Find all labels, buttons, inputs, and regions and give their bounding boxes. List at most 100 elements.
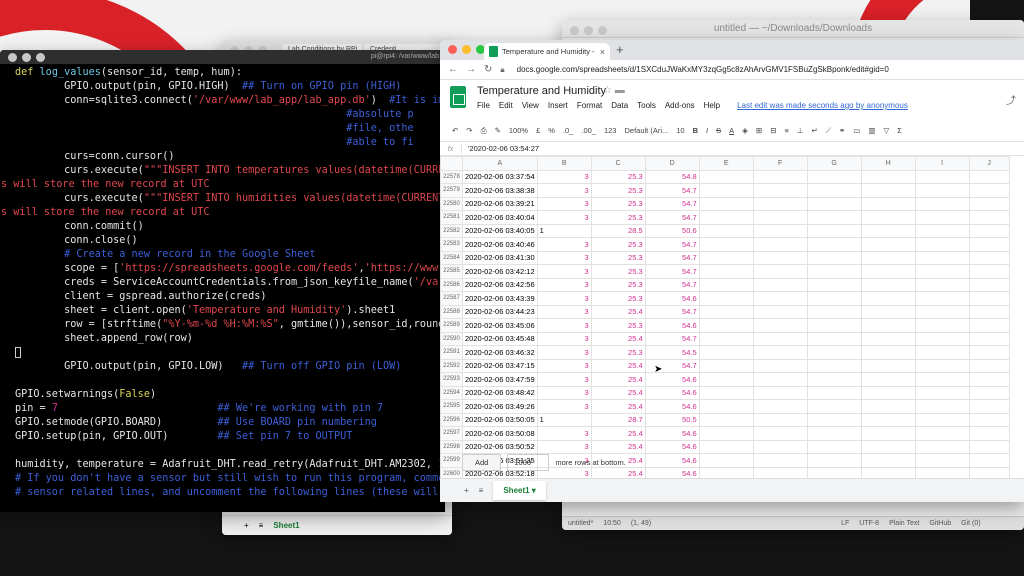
row-number[interactable]: 22585	[440, 264, 463, 279]
new-tab-icon[interactable]: +	[616, 42, 624, 57]
chart-icon[interactable]: ▥	[868, 126, 875, 135]
humidity-cell[interactable]: 54.8	[644, 169, 700, 184]
sensor-id-cell[interactable]: 3	[536, 250, 592, 265]
temperature-cell[interactable]: 25.4	[590, 331, 646, 346]
row-number[interactable]: 22583	[440, 237, 463, 252]
empty-cell[interactable]	[914, 210, 970, 225]
temperature-cell[interactable]: 25.3	[590, 250, 646, 265]
empty-cell[interactable]	[914, 304, 970, 319]
sensor-id-cell[interactable]: 3	[536, 426, 592, 441]
humidity-cell[interactable]: 54.7	[644, 196, 700, 211]
sensor-id-cell[interactable]: 3	[536, 358, 592, 373]
timestamp-cell[interactable]: 2020-02-06 03:49:26	[462, 399, 538, 414]
empty-cell[interactable]	[698, 210, 754, 225]
terminal-code[interactable]: def log_values(sensor_id, temp, hum): GP…	[0, 64, 445, 500]
empty-cell[interactable]	[968, 291, 1010, 306]
empty-cell[interactable]	[752, 291, 808, 306]
empty-cell[interactable]	[860, 399, 916, 414]
add-rows-input[interactable]: 1000	[507, 454, 550, 471]
empty-cell[interactable]	[698, 372, 754, 387]
sensor-id-cell[interactable]: 3	[536, 439, 592, 454]
bold-icon[interactable]: B	[693, 126, 698, 135]
empty-cell[interactable]	[698, 169, 754, 184]
menu-format[interactable]: Format	[577, 101, 602, 110]
empty-cell[interactable]	[860, 372, 916, 387]
sensor-id-cell[interactable]: 3	[536, 304, 592, 319]
humidity-cell[interactable]: 50.6	[644, 223, 700, 238]
empty-cell[interactable]	[968, 169, 1010, 184]
sensor-id-cell[interactable]: 1	[536, 412, 592, 427]
spreadsheet-grid[interactable]: ABCDEFGHIJ 22578 2020-02-06 03:37:54 3 25.3…	[440, 156, 1024, 502]
column-header-e[interactable]: E	[698, 156, 754, 171]
empty-cell[interactable]	[860, 196, 916, 211]
empty-cell[interactable]	[698, 358, 754, 373]
empty-cell[interactable]	[752, 169, 808, 184]
empty-cell[interactable]	[752, 453, 808, 468]
empty-cell[interactable]	[860, 277, 916, 292]
row-number[interactable]: 22589	[440, 318, 463, 333]
percent-format-button[interactable]: %	[548, 126, 555, 135]
row-number[interactable]: 22598	[440, 439, 463, 454]
empty-cell[interactable]	[860, 291, 916, 306]
reload-icon[interactable]: ↻	[484, 64, 492, 75]
empty-cell[interactable]	[914, 223, 970, 238]
formula-input[interactable]: '2020-02-06 03:54:27	[462, 144, 539, 153]
empty-cell[interactable]	[752, 304, 808, 319]
empty-cell[interactable]	[968, 210, 1010, 225]
timestamp-cell[interactable]: 2020-02-06 03:42:12	[462, 264, 538, 279]
empty-cell[interactable]	[860, 426, 916, 441]
empty-cell[interactable]	[752, 331, 808, 346]
empty-cell[interactable]	[806, 412, 862, 427]
sensor-id-cell[interactable]: 3	[536, 318, 592, 333]
row-number[interactable]: 22595	[440, 399, 463, 414]
strikethrough-icon[interactable]: S	[716, 126, 721, 135]
terminal-window[interactable]: pi@rpi4: /var/www/lab def log_values(sen…	[0, 50, 445, 512]
empty-cell[interactable]	[752, 237, 808, 252]
empty-cell[interactable]	[914, 277, 970, 292]
text-color-icon[interactable]: A	[729, 126, 734, 135]
timestamp-cell[interactable]: 2020-02-06 03:47:15	[462, 358, 538, 373]
empty-cell[interactable]	[968, 426, 1010, 441]
empty-cell[interactable]	[860, 169, 916, 184]
empty-cell[interactable]	[806, 196, 862, 211]
humidity-cell[interactable]: 54.6	[644, 291, 700, 306]
empty-cell[interactable]	[860, 264, 916, 279]
empty-cell[interactable]	[860, 412, 916, 427]
humidity-cell[interactable]: 54.7	[644, 304, 700, 319]
italic-icon[interactable]: I	[706, 126, 708, 135]
column-header-h[interactable]: H	[860, 156, 916, 171]
empty-cell[interactable]	[698, 183, 754, 198]
empty-cell[interactable]	[914, 345, 970, 360]
empty-cell[interactable]	[806, 264, 862, 279]
empty-cell[interactable]	[752, 183, 808, 198]
sheet-table[interactable]: ABCDEFGHIJ 22578 2020-02-06 03:37:54 3 25.3…	[440, 156, 1010, 502]
sensor-id-cell[interactable]: 3	[536, 277, 592, 292]
empty-cell[interactable]	[968, 277, 1010, 292]
folder-icon[interactable]: ▬	[615, 85, 625, 96]
humidity-cell[interactable]: 54.6	[644, 399, 700, 414]
temperature-cell[interactable]: 25.3	[590, 237, 646, 252]
temperature-cell[interactable]: 25.3	[590, 169, 646, 184]
empty-cell[interactable]	[968, 223, 1010, 238]
empty-cell[interactable]	[806, 426, 862, 441]
sheets-logo-icon[interactable]	[450, 86, 466, 108]
row-number[interactable]: 22581	[440, 210, 463, 225]
empty-cell[interactable]	[914, 358, 970, 373]
column-header-c[interactable]: C	[590, 156, 646, 171]
empty-cell[interactable]	[806, 277, 862, 292]
filter-icon[interactable]: ▽	[883, 126, 889, 135]
empty-cell[interactable]	[752, 196, 808, 211]
empty-cell[interactable]	[752, 399, 808, 414]
comment-icon[interactable]: ▭	[853, 126, 860, 135]
timestamp-cell[interactable]: 2020-02-06 03:50:05	[462, 412, 538, 427]
humidity-cell[interactable]: 54.5	[644, 345, 700, 360]
sensor-id-cell[interactable]: 3	[536, 385, 592, 400]
empty-cell[interactable]	[806, 331, 862, 346]
humidity-cell[interactable]: 54.6	[644, 439, 700, 454]
row-number[interactable]: 22587	[440, 291, 463, 306]
temperature-cell[interactable]: 25.4	[590, 426, 646, 441]
empty-cell[interactable]	[968, 345, 1010, 360]
humidity-cell[interactable]: 54.7	[644, 264, 700, 279]
empty-cell[interactable]	[914, 183, 970, 198]
humidity-cell[interactable]: 54.6	[644, 385, 700, 400]
